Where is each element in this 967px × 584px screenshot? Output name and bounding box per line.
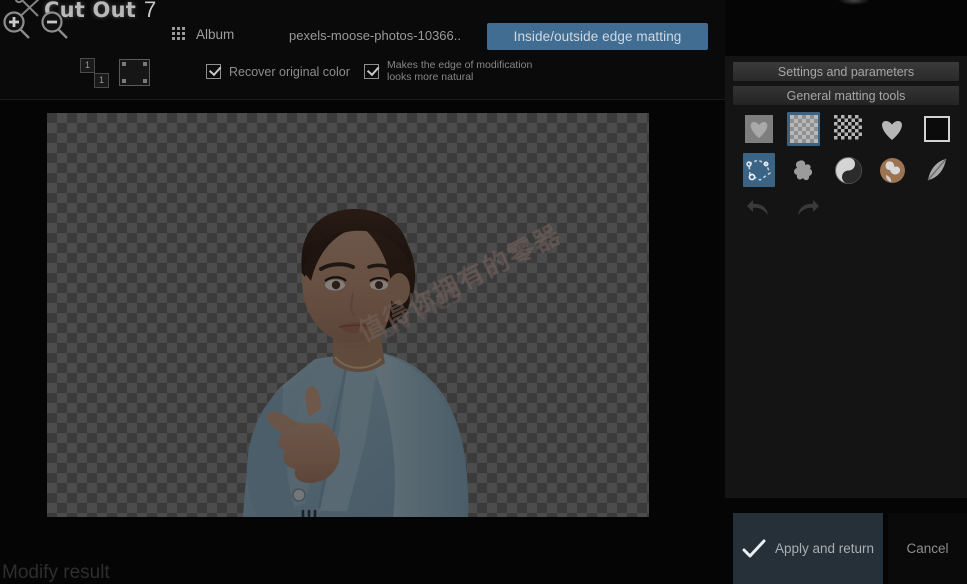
recover-original-color-label: Recover original color — [229, 64, 350, 79]
undo-icon[interactable] — [743, 194, 777, 224]
window-top-glow — [838, 0, 870, 5]
black-square-icon[interactable] — [921, 112, 953, 146]
cancel-button[interactable]: Cancel — [888, 513, 967, 584]
zoom-in-icon[interactable] — [2, 10, 32, 40]
white-heart-icon[interactable] — [876, 112, 908, 146]
cutout-subject-image — [243, 209, 469, 517]
blob-puzzle-icon[interactable] — [787, 153, 819, 187]
album-button[interactable]: Album — [172, 27, 234, 42]
image-canvas[interactable]: 值得你拥有的零器 LIV PICS — [47, 113, 649, 517]
apply-and-return-label: Apply and return — [774, 541, 875, 556]
album-label: Album — [196, 27, 235, 42]
checkbox-icon — [364, 63, 379, 79]
matting-tool-row-2 — [743, 153, 953, 187]
feather-icon[interactable] — [921, 153, 953, 187]
lasso-path-icon[interactable] — [743, 153, 776, 187]
matting-tool-row-1 — [743, 112, 953, 146]
recover-original-color-checkbox[interactable]: Recover original color — [206, 64, 350, 79]
current-filename: pexels-moose-photos-10366.. — [289, 28, 461, 43]
natural-edge-label: Makes the edge of modification looks mor… — [387, 59, 532, 83]
inside-outside-edge-matting-button[interactable]: Inside/outside edge matting — [487, 23, 708, 50]
checkmark-icon — [742, 539, 766, 557]
history-controls — [743, 194, 953, 224]
transparent-checker-icon[interactable] — [787, 112, 820, 146]
zoom-ratio-numerator[interactable]: 1 — [80, 58, 95, 73]
album-grid-icon — [172, 27, 187, 42]
top-bar: Cut Out 7 Album pexels-moose-photos-1036… — [0, 0, 725, 56]
zoom-ratio-denominator[interactable]: 1 — [94, 73, 109, 88]
right-panel: Settings and parameters General matting … — [725, 56, 967, 498]
fit-to-screen-icon[interactable] — [119, 59, 150, 86]
matting-tool-grid — [743, 112, 953, 224]
app-version: 7 — [144, 0, 157, 22]
natural-edge-label-line2: looks more natural — [387, 71, 474, 83]
sphere-globe-icon[interactable] — [876, 153, 908, 187]
checkbox-icon — [206, 64, 221, 79]
heart-on-gray-icon[interactable] — [743, 112, 775, 146]
natural-edge-checkbox[interactable]: Makes the edge of modification looks mor… — [364, 59, 532, 83]
apply-and-return-button[interactable]: Apply and return — [733, 513, 883, 584]
yin-yang-icon[interactable] — [832, 153, 864, 187]
status-text: Modify result — [2, 562, 110, 583]
cutout-app-window: Cut Out 7 Album pexels-moose-photos-1036… — [0, 0, 967, 584]
checker-pattern-icon[interactable] — [832, 112, 864, 146]
natural-edge-label-line1: Makes the edge of modification — [387, 59, 533, 71]
panel-section-settings[interactable]: Settings and parameters — [733, 62, 959, 81]
redo-icon[interactable] — [789, 194, 823, 224]
zoom-out-icon[interactable] — [40, 10, 70, 40]
panel-section-general-matting-tools[interactable]: General matting tools — [733, 86, 959, 105]
